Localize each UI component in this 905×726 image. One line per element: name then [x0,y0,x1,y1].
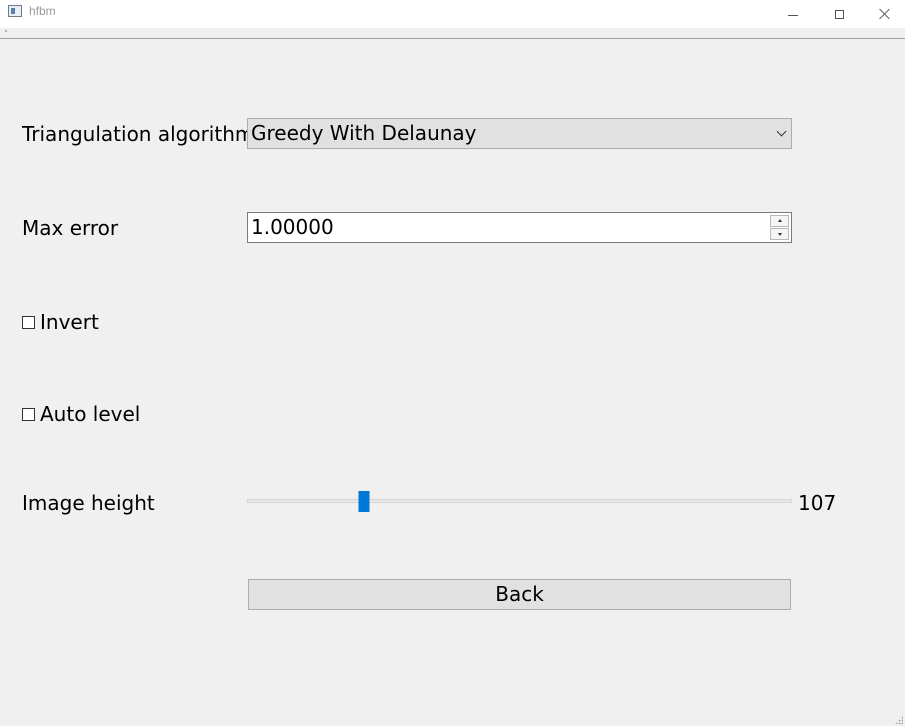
max-error-spinbox[interactable]: 1.00000 [247,212,792,243]
minimize-icon [788,14,798,16]
triangulation-selected-value: Greedy With Delaunay [251,121,477,145]
title-bar[interactable]: hfbm [0,0,905,28]
invert-label: Invert [40,310,99,334]
slider-handle[interactable] [358,491,370,512]
minimize-button[interactable] [770,0,816,28]
image-height-slider[interactable] [247,491,792,512]
slider-track[interactable] [247,499,792,503]
chevron-down-icon [776,126,787,137]
close-button[interactable] [862,0,905,28]
spin-up-icon[interactable] [770,215,789,227]
maximize-icon [834,9,844,19]
max-error-value[interactable]: 1.00000 [251,215,334,239]
window-title: hfbm [29,4,56,18]
auto-level-label: Auto level [40,402,141,426]
triangulation-select[interactable]: Greedy With Delaunay [247,118,792,149]
image-height-value: 107 [798,491,837,515]
triangulation-label: Triangulation algorithm [22,122,255,146]
close-icon [879,8,891,20]
spin-buttons [770,214,790,241]
maximize-button[interactable] [816,0,862,28]
invert-checkbox-box[interactable] [22,316,35,329]
max-error-label: Max error [22,216,119,240]
app-window-icon [8,5,22,17]
auto-level-checkbox-box[interactable] [22,408,35,421]
menu-grip [5,30,7,32]
menubar-divider [0,38,905,39]
image-height-label: Image height [22,491,155,515]
back-button[interactable]: Back [248,579,791,610]
resize-grip[interactable] [895,716,903,724]
spin-down-icon[interactable] [770,228,789,240]
